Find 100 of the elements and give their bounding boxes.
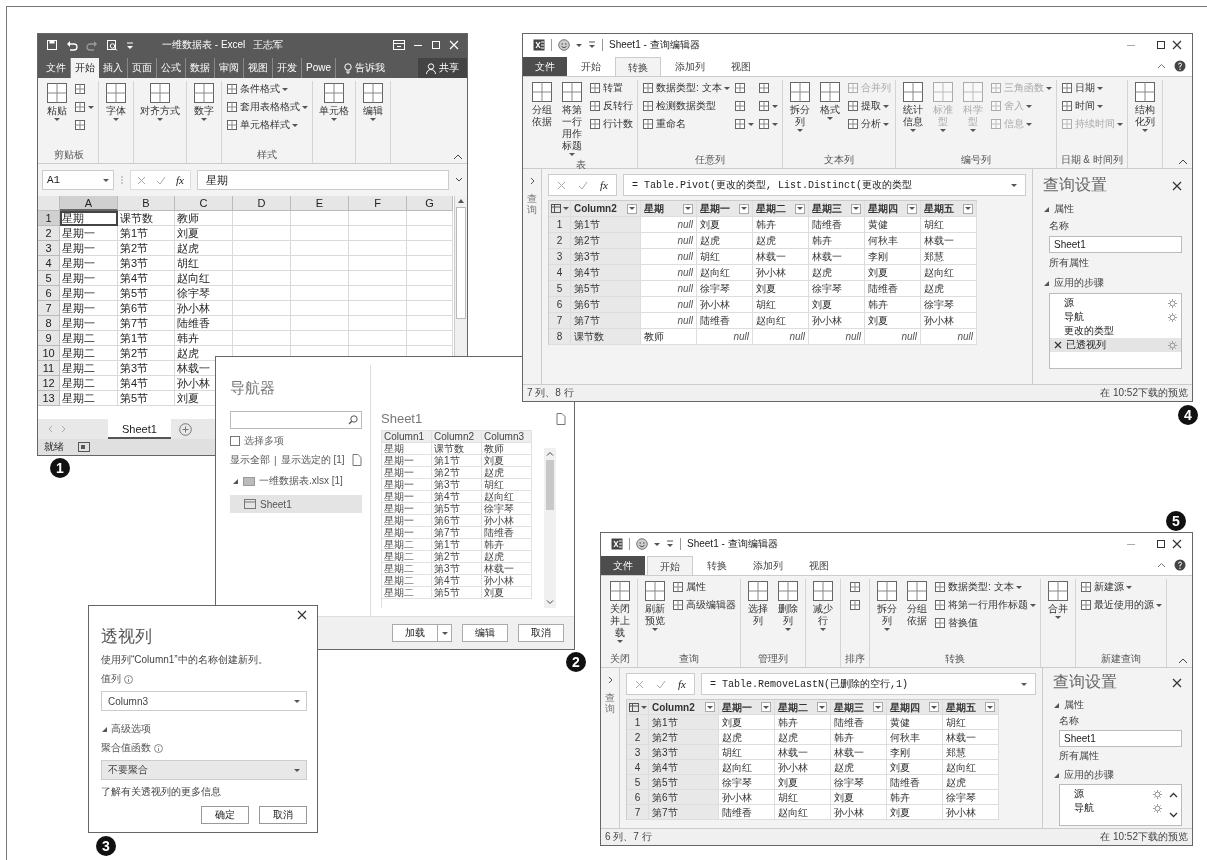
checkbox[interactable] <box>230 436 240 446</box>
ribbon-tab[interactable]: 开始 <box>647 556 693 575</box>
ribbon-button[interactable]: 格式 <box>816 80 843 121</box>
section-header[interactable]: 属性 <box>1053 698 1182 712</box>
column-header[interactable]: 星期四 <box>887 700 943 715</box>
filter-button[interactable] <box>851 203 861 214</box>
step-item[interactable]: 导航 <box>1060 801 1166 815</box>
icon-button[interactable] <box>849 597 861 613</box>
ribbon-button[interactable]: 合并 <box>1045 579 1071 620</box>
column-header[interactable]: F <box>349 196 407 211</box>
collapse-ribbon-icon[interactable] <box>453 153 463 160</box>
column-header[interactable]: C <box>175 196 233 211</box>
row-header[interactable]: 10 <box>38 346 60 361</box>
ribbon-button[interactable]: 反转行 <box>589 98 633 114</box>
row-header[interactable]: 6 <box>38 286 60 301</box>
ribbon-button[interactable]: 单元格 <box>317 81 351 122</box>
filter-button[interactable] <box>795 203 805 214</box>
check-icon[interactable] <box>656 679 666 689</box>
redo-icon[interactable] <box>86 39 98 51</box>
ribbon-button[interactable]: 分析 <box>846 116 891 132</box>
expand-triangle-icon[interactable] <box>1043 205 1050 213</box>
ribbon-button[interactable]: 数据类型: 文本 <box>934 579 1036 595</box>
ribbon-tab[interactable]: 转换 <box>615 57 661 76</box>
filter-button[interactable] <box>761 702 771 712</box>
table-menu-button[interactable] <box>627 700 649 715</box>
document-icon[interactable] <box>352 454 362 466</box>
step-item[interactable]: 更改的类型 <box>1050 324 1181 338</box>
column-header[interactable]: 星期二 <box>753 201 809 217</box>
filter-button[interactable] <box>907 203 917 214</box>
row-header[interactable]: 12 <box>38 376 60 391</box>
step-item[interactable]: 源 <box>1050 296 1181 310</box>
name-box[interactable]: A1 <box>42 170 114 190</box>
scroll-up-icon[interactable] <box>1169 792 1178 798</box>
section-header[interactable]: 应用的步骤 <box>1043 276 1182 290</box>
ribbon-button[interactable]: 提取 <box>846 98 891 114</box>
filter-button[interactable] <box>963 203 973 214</box>
ribbon-button[interactable]: 数字 <box>191 81 217 122</box>
tree-item[interactable]: 一维数据表.xlsx [1] <box>230 472 362 490</box>
scrollbar[interactable] <box>544 448 556 608</box>
row-header[interactable]: 9 <box>38 331 60 346</box>
document-icon[interactable] <box>556 412 566 425</box>
ribbon-tab[interactable]: 文件 <box>523 57 567 76</box>
column-header[interactable]: E <box>291 196 349 211</box>
ribbon-button[interactable]: 删除列 <box>775 579 801 632</box>
ribbon-button[interactable]: 重命名 <box>642 116 730 132</box>
dropdown-button[interactable] <box>438 624 452 642</box>
insert-function-button[interactable]: fx <box>176 174 184 186</box>
column-header[interactable]: D <box>233 196 291 211</box>
column-header[interactable]: 星期四 <box>865 201 921 217</box>
section-header[interactable]: 属性 <box>1043 202 1182 216</box>
ribbon-tab[interactable]: 添加列 <box>741 556 795 575</box>
close-icon[interactable] <box>297 610 307 620</box>
column-header[interactable]: Column2 <box>571 201 641 217</box>
icon-button[interactable] <box>849 579 861 595</box>
row-header[interactable]: 3 <box>38 241 60 256</box>
gear-icon[interactable] <box>1153 803 1162 813</box>
maximize-icon[interactable] <box>1156 40 1166 50</box>
dialog-button[interactable]: 编辑 <box>462 624 508 642</box>
expand-triangle-icon[interactable] <box>1043 279 1050 287</box>
filter-button[interactable] <box>683 203 693 214</box>
step-item[interactable]: 导航 <box>1050 310 1181 324</box>
ribbon-tab[interactable]: 视图 <box>719 57 763 76</box>
step-item[interactable]: 已透视列 <box>1050 338 1181 352</box>
check-icon[interactable] <box>578 180 588 190</box>
search-field[interactable] <box>230 411 362 429</box>
row-header[interactable]: 8 <box>38 316 60 331</box>
ribbon-display-icon[interactable] <box>393 40 405 50</box>
formula-field[interactable]: = Table.RemoveLastN(已删除的空行,1) <box>700 673 1036 695</box>
filter-button[interactable] <box>739 203 749 214</box>
insert-function-button[interactable]: fx <box>678 678 686 690</box>
ribbon-tab[interactable]: 开始 <box>71 58 99 78</box>
collapse-ribbon-icon[interactable] <box>1178 158 1188 165</box>
ribbon-button[interactable]: 转置 <box>589 80 633 96</box>
dialog-button[interactable]: 加载 <box>392 624 438 642</box>
column-header[interactable]: 星期三 <box>831 700 887 715</box>
expander-button[interactable]: 高级选项 <box>101 722 307 736</box>
ribbon-button[interactable]: 分组依据 <box>904 579 930 628</box>
ribbon-button[interactable]: 选择列 <box>745 579 771 628</box>
sheet-tab[interactable]: Sheet1 <box>108 419 171 439</box>
expand-icon[interactable] <box>455 177 463 183</box>
column-header[interactable]: 星期三 <box>809 201 865 217</box>
smiley-icon[interactable] <box>558 39 570 51</box>
ribbon-tab[interactable]: 视图 <box>797 556 841 575</box>
insert-function-button[interactable]: fx <box>600 179 608 191</box>
save-icon[interactable] <box>46 39 58 51</box>
ribbon-button[interactable]: 拆分列 <box>874 579 900 632</box>
ribbon-button[interactable]: 字体 <box>103 81 129 122</box>
scroll-down-icon[interactable] <box>1169 812 1178 818</box>
row-header[interactable]: 1 <box>38 211 60 226</box>
column-header[interactable]: Column2 <box>649 700 719 715</box>
column-header[interactable]: G <box>407 196 453 211</box>
share-button[interactable]: 共享 <box>418 58 467 78</box>
ribbon-button[interactable]: 结构化列 <box>1131 80 1158 133</box>
icon-button[interactable] <box>757 98 778 114</box>
ribbon-button[interactable]: 将第一行用作标题 <box>934 597 1036 613</box>
icon-button[interactable] <box>733 116 754 132</box>
ribbon-button[interactable]: 套用表格格式 <box>226 99 308 115</box>
row-header[interactable]: 2 <box>38 226 60 241</box>
ribbon-button[interactable]: 拆分列 <box>786 80 813 133</box>
check-icon[interactable] <box>156 175 166 185</box>
